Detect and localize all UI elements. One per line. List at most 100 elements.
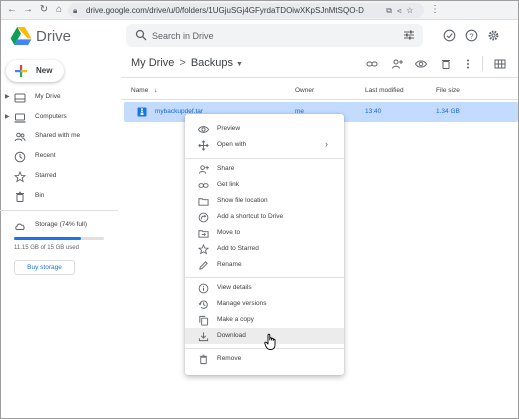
file-modified: 13:40 <box>365 108 382 115</box>
chevron-down-icon[interactable]: ▼ <box>236 61 243 68</box>
history-icon <box>198 300 208 309</box>
column-header-modified[interactable]: Last modified <box>365 87 404 94</box>
shortcut-icon <box>198 212 209 223</box>
forward-button[interactable]: → <box>21 3 35 17</box>
search-input[interactable] <box>152 24 382 47</box>
lock-icon: 🔒︎ <box>73 6 78 15</box>
table-header-divider <box>121 99 518 100</box>
menu-item-rename[interactable]: Rename <box>185 257 344 273</box>
search-bar[interactable] <box>126 24 423 47</box>
search-icon[interactable] <box>135 29 147 41</box>
menu-item-label: View details <box>217 284 252 291</box>
plus-icon <box>15 65 27 77</box>
menu-item-manage-versions[interactable]: Manage versions <box>185 296 344 312</box>
breadcrumb-current[interactable]: Backups <box>191 57 233 69</box>
preview-eye-icon[interactable] <box>415 58 427 70</box>
menu-item-add-shortcut[interactable]: Add a shortcut to Drive <box>185 209 344 225</box>
menu-item-make-a-copy[interactable]: Make a copy <box>185 312 344 328</box>
sidebar-divider <box>0 210 118 211</box>
svg-text:?: ? <box>469 31 473 40</box>
copy-icon <box>199 315 209 326</box>
back-button[interactable]: ← <box>5 3 19 17</box>
sidebar-item-recent[interactable]: Recent <box>0 149 118 165</box>
column-header-name[interactable]: Name ↓ <box>131 87 157 94</box>
grid-view-icon[interactable] <box>494 58 506 70</box>
help-icon[interactable]: ? <box>465 29 478 42</box>
menu-item-add-to-starred[interactable]: Add to Starred <box>185 241 344 257</box>
storage-detail: 11.15 GB of 15 GB used <box>14 245 79 251</box>
breadcrumb-root[interactable]: My Drive <box>131 57 174 69</box>
bookmark-icon[interactable]: ☆ <box>406 6 418 15</box>
header-divider <box>121 77 518 78</box>
menu-item-preview[interactable]: Preview <box>185 121 344 137</box>
reload-button[interactable]: ↻ <box>37 3 51 17</box>
hand-cursor-icon <box>264 333 276 350</box>
archive-file-icon <box>137 107 147 117</box>
info-icon <box>198 283 209 294</box>
menu-item-label: Open with <box>217 141 247 148</box>
column-header-size[interactable]: File size <box>436 87 460 94</box>
expand-arrow-icon[interactable]: ▶ <box>5 113 10 120</box>
menu-item-move-to[interactable]: Move to <box>185 225 344 241</box>
sidebar-item-my-drive[interactable]: ▶ My Drive <box>0 90 118 106</box>
link-icon[interactable] <box>366 58 378 70</box>
menu-item-label: Remove <box>217 355 242 362</box>
breadcrumb-separator: > <box>179 57 186 69</box>
storage-meter <box>14 237 104 240</box>
add-person-icon[interactable] <box>391 58 403 70</box>
more-options-icon[interactable] <box>462 58 474 70</box>
menu-item-show-file-location[interactable]: Show file location <box>185 193 344 209</box>
sort-arrow-icon[interactable]: ↓ <box>154 87 157 94</box>
offline-ready-icon[interactable] <box>443 29 456 42</box>
sidebar-item-computers[interactable]: ▶ Computers <box>0 110 118 126</box>
new-button[interactable]: New <box>6 60 64 82</box>
settings-gear-icon[interactable] <box>487 29 500 42</box>
column-header-owner[interactable]: Owner <box>295 87 314 94</box>
sidebar-item-shared-with-me[interactable]: Shared with me <box>0 129 118 145</box>
menu-item-open-with[interactable]: Open with › <box>185 137 344 153</box>
trash-icon[interactable] <box>440 58 452 70</box>
menu-item-view-details[interactable]: View details <box>185 280 344 296</box>
home-icon[interactable]: ⌂ <box>52 3 66 17</box>
menu-item-label: Add a shortcut to Drive <box>217 213 284 220</box>
sidebar-item-starred[interactable]: Starred <box>0 169 118 185</box>
clock-icon <box>14 151 26 163</box>
menu-item-get-link[interactable]: Get link <box>185 177 344 193</box>
buy-storage-button[interactable]: Buy storage <box>14 260 75 275</box>
share-icon <box>198 165 209 174</box>
menu-separator <box>185 158 344 159</box>
link-icon <box>198 183 209 188</box>
sidebar-item-label: Starred <box>35 172 57 179</box>
open-with-icon <box>198 140 209 151</box>
menu-item-label: Share <box>217 165 235 172</box>
column-header-name-label: Name <box>131 87 149 94</box>
address-bar-actions[interactable]: ⧉⋖☆ <box>386 3 418 18</box>
download-icon <box>198 332 209 342</box>
chevron-right-icon: › <box>325 139 328 149</box>
my-drive-icon <box>14 93 26 103</box>
star-icon <box>198 244 209 255</box>
drive-logo-icon[interactable] <box>10 27 32 45</box>
menu-item-label: Make a copy <box>217 316 254 323</box>
url-text: drive.google.com/drive/u/0/folders/1UGju… <box>86 6 364 15</box>
move-icon <box>198 230 209 238</box>
expand-arrow-icon[interactable]: ▶ <box>5 93 10 100</box>
menu-item-remove[interactable]: Remove <box>185 351 344 367</box>
extension-icon[interactable]: ⧉ <box>386 6 397 15</box>
cloud-icon <box>15 223 25 230</box>
storage-label[interactable]: Storage (74% full) <box>35 221 87 228</box>
menu-item-label: Add to Starred <box>217 245 259 252</box>
sidebar-item-label: Recent <box>35 152 56 159</box>
search-options-icon[interactable] <box>403 29 415 41</box>
menu-item-label: Show file location <box>217 197 268 204</box>
storage-meter-fill <box>14 237 81 240</box>
bin-icon <box>16 191 24 202</box>
browser-menu-icon[interactable]: ⋮ <box>429 3 441 17</box>
toolbar-divider <box>482 56 483 71</box>
sidebar-item-bin[interactable]: Bin <box>0 189 118 205</box>
address-bar[interactable]: 🔒︎ drive.google.com/drive/u/0/folders/1U… <box>68 3 424 18</box>
menu-item-share[interactable]: Share <box>185 161 344 177</box>
sidebar-item-label: Bin <box>35 192 45 199</box>
trash-icon <box>199 354 208 365</box>
computers-icon <box>14 113 26 123</box>
